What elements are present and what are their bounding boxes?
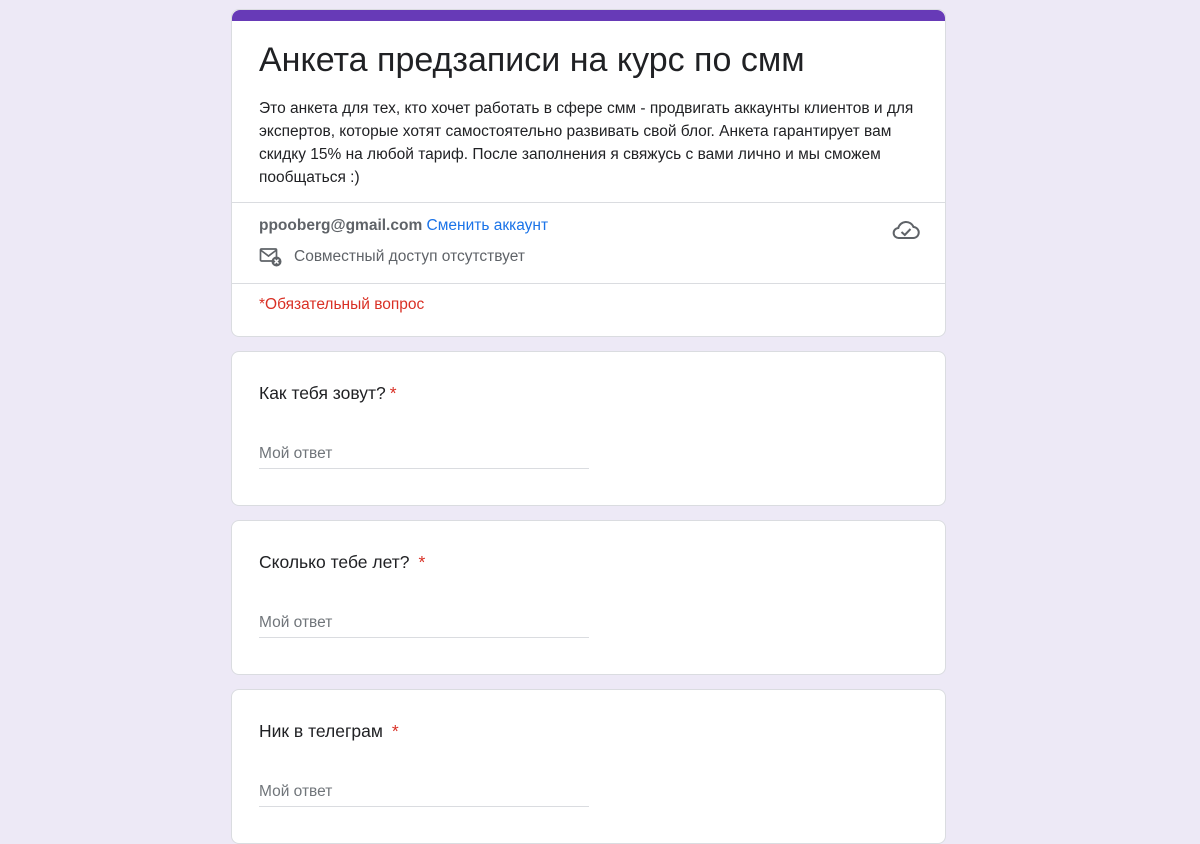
question-text: Ник в телеграм <box>259 721 383 741</box>
sharing-status: Совместный доступ отсутствует <box>259 246 525 268</box>
question-title: Сколько тебе лет? * <box>259 550 425 574</box>
answer-input-name[interactable] <box>259 440 589 469</box>
account-email: ppooberg@gmail.com <box>259 217 423 234</box>
required-asterisk: * <box>391 721 399 741</box>
switch-account-link[interactable]: Сменить аккаунт <box>427 217 549 234</box>
question-text: Сколько тебе лет? <box>259 552 410 572</box>
required-asterisk: * <box>389 383 397 403</box>
header-divider <box>232 202 945 203</box>
question-title: Как тебя зовут? * <box>259 381 397 405</box>
question-card-age: Сколько тебе лет? * <box>231 520 946 675</box>
mail-off-icon <box>259 248 282 267</box>
accent-bar <box>232 10 945 21</box>
answer-input-age[interactable] <box>259 609 589 638</box>
form-description: Это анкета для тех, кто хочет работать в… <box>259 100 914 186</box>
required-asterisk: * <box>418 552 426 572</box>
account-info: ppooberg@gmail.com Сменить аккаунт <box>259 215 548 237</box>
form-title: Анкета предзаписи на курс по смм <box>259 41 805 79</box>
question-title: Ник в телеграм * <box>259 719 399 743</box>
question-card-name: Как тебя зовут? * <box>231 351 946 506</box>
answer-input-telegram[interactable] <box>259 778 589 807</box>
required-question-note: *Обязательный вопрос <box>259 296 425 313</box>
question-card-telegram: Ник в телеграм * <box>231 689 946 844</box>
sharing-status-text: Совместный доступ отсутствует <box>294 248 525 265</box>
cloud-done-icon <box>892 220 920 239</box>
form-page: Анкета предзаписи на курс по смм Это анк… <box>231 9 946 844</box>
account-divider <box>232 283 945 284</box>
form-header-card: Анкета предзаписи на курс по смм Это анк… <box>231 9 946 337</box>
question-text: Как тебя зовут? <box>259 383 386 403</box>
